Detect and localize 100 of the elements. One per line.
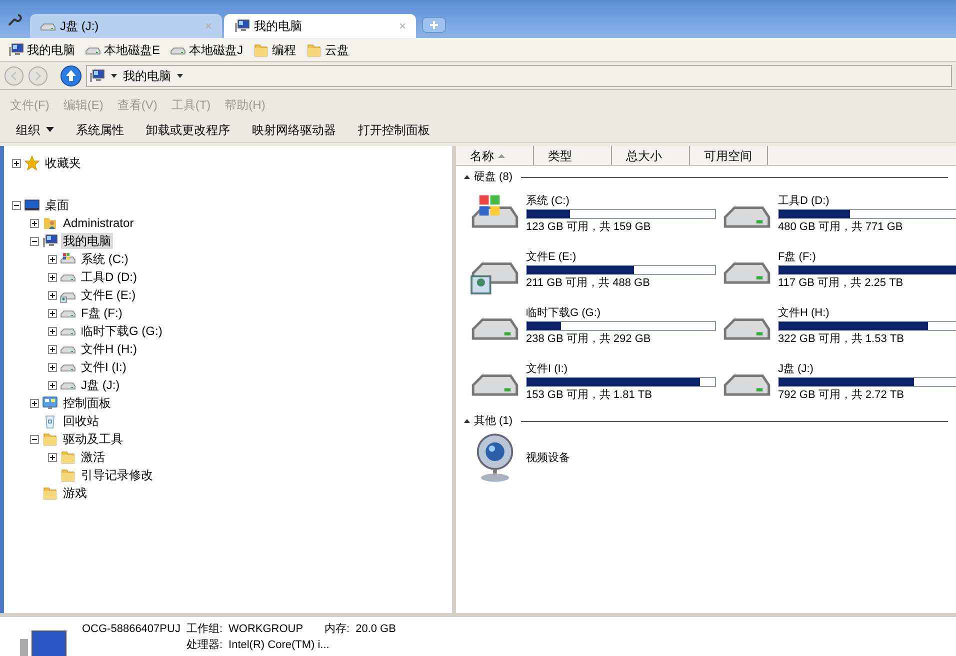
folder-icon (60, 449, 76, 465)
drive-space-text: 792 GB 可用，共 2.72 TB (778, 388, 905, 402)
folder-icon (253, 42, 270, 58)
drive-name[interactable]: 工具D (D:) (778, 194, 956, 208)
computer-name: OCG-58866407PUJ (82, 622, 180, 637)
drive-name[interactable]: J盘 (J:) (778, 362, 956, 376)
drive-name[interactable]: 文件H (H:) (778, 306, 956, 320)
caret-icon (111, 74, 117, 78)
drive-space-text: 480 GB 可用，共 771 GB (778, 220, 904, 234)
star-icon (24, 155, 40, 171)
breadcrumb[interactable]: 我的电脑 (123, 66, 171, 84)
collapse-icon[interactable] (464, 419, 470, 423)
toolbar-button[interactable]: 卸载或更改程序 (138, 118, 238, 140)
bookmark[interactable]: 编程 (253, 40, 296, 58)
bookmark[interactable]: 本地磁盘J (170, 40, 244, 58)
drive-space-text: 153 GB 可用，共 1.81 TB (526, 388, 653, 402)
expand-icon[interactable] (48, 362, 57, 372)
field-label: 处理器: (186, 638, 223, 653)
caret-icon (46, 127, 54, 132)
toolbar-button[interactable]: 打开控制面板 (350, 118, 438, 140)
collapse-icon[interactable] (12, 200, 21, 210)
field-value: Intel(R) Core(TM) i... (228, 638, 330, 653)
new-tab-icon[interactable] (422, 17, 446, 33)
desktop-icon (24, 197, 40, 213)
tree-item[interactable]: 我的电脑 (61, 233, 113, 249)
column-header[interactable]: 名称 (456, 146, 534, 165)
computer-icon (8, 42, 24, 58)
tree-item[interactable]: 游戏 (61, 485, 89, 501)
field-label: 内存: (324, 622, 350, 637)
tree-item[interactable]: 驱动及工具 (61, 431, 125, 447)
tree-item[interactable]: 临时下载G (G:) (79, 323, 164, 339)
tree-item[interactable]: Administrator (61, 215, 136, 231)
caret-icon (177, 74, 183, 78)
tree-item[interactable]: 文件I (I:) (79, 359, 128, 375)
expand-icon[interactable] (48, 452, 57, 462)
collapse-icon[interactable] (30, 236, 39, 246)
drive-name[interactable]: F盘 (F:) (778, 250, 956, 264)
tree-item[interactable]: 系统 (C:) (79, 251, 130, 267)
drive-space-text: 238 GB 可用，共 292 GB (526, 332, 652, 346)
tree-item[interactable]: 桌面 (43, 197, 71, 213)
drive-space-text: 322 GB 可用，共 1.53 TB (778, 332, 905, 346)
tree-item[interactable]: 激活 (79, 449, 107, 465)
tree-item[interactable]: 控制面板 (61, 395, 113, 411)
drive-name[interactable]: 文件E (E:) (526, 250, 716, 264)
tree-item[interactable]: 引导记录修改 (79, 467, 155, 483)
bookmark[interactable]: 本地磁盘E (85, 40, 160, 58)
toolbar-button[interactable]: 组织 (8, 118, 62, 140)
column-header[interactable]: 类型 (534, 146, 612, 165)
expand-icon[interactable] (48, 272, 57, 282)
expand-icon[interactable] (48, 326, 57, 336)
user-folder-icon (42, 215, 58, 231)
drive-name[interactable]: 文件I (I:) (526, 362, 716, 376)
drive-space-text: 211 GB 可用，共 488 GB (526, 276, 651, 290)
tree-item[interactable]: 回收站 (61, 413, 101, 429)
drive-space-text: 117 GB 可用，共 2.25 TB (778, 276, 904, 290)
tree-item[interactable]: J盘 (J:) (79, 377, 122, 393)
drive-name[interactable]: 系统 (C:) (526, 194, 716, 208)
wrench-icon[interactable] (6, 12, 22, 28)
field-label: 工作组: (186, 622, 223, 637)
expand-icon[interactable] (30, 398, 39, 408)
browser-tab[interactable]: J盘 (J:) × (30, 14, 222, 38)
collapse-icon[interactable] (464, 175, 470, 179)
field-value: 20.0 GB (356, 622, 396, 637)
tree-item[interactable]: F盘 (F:) (79, 305, 124, 321)
tree-item[interactable]: 收藏夹 (43, 155, 83, 171)
folder-icon (42, 431, 58, 447)
field-value: WORKGROUP (228, 622, 304, 637)
control-panel-icon (42, 395, 58, 411)
bookmark[interactable]: 我的电脑 (8, 40, 75, 58)
expand-icon[interactable] (48, 290, 57, 300)
tree-item[interactable]: 文件H (H:) (79, 341, 139, 357)
folder-icon (306, 42, 322, 58)
computer-icon (234, 18, 250, 34)
tree-item[interactable]: 文件E (E:) (79, 287, 138, 303)
group-header[interactable]: 其他 (1) (474, 412, 512, 430)
drive-name[interactable]: 视频设备 (526, 451, 570, 465)
expand-icon[interactable] (48, 380, 57, 390)
folder-icon (60, 467, 76, 483)
tree-item[interactable]: 工具D (D:) (79, 269, 139, 285)
column-header[interactable]: 可用空间 (690, 146, 768, 165)
computer-icon (42, 233, 58, 249)
toolbar-button[interactable]: 系统属性 (68, 118, 132, 140)
address-bar[interactable]: 我的电脑 (86, 64, 952, 86)
column-header[interactable]: 总大小 (612, 146, 690, 165)
up-icon[interactable] (60, 64, 82, 86)
drive-space-text: 123 GB 可用，共 159 GB (526, 220, 652, 234)
collapse-icon[interactable] (30, 434, 39, 444)
drive-name[interactable]: 临时下载G (G:) (526, 306, 716, 320)
folder-icon (42, 485, 58, 501)
browser-tab[interactable]: 我的电脑 × (224, 14, 416, 38)
expand-icon[interactable] (48, 254, 57, 264)
expand-icon[interactable] (48, 344, 57, 354)
expand-icon[interactable] (30, 218, 39, 228)
computer-icon (89, 68, 105, 84)
expand-icon[interactable] (48, 308, 57, 318)
group-header[interactable]: 硬盘 (8) (474, 168, 512, 186)
sort-icon (498, 154, 505, 158)
expand-icon[interactable] (12, 158, 21, 168)
toolbar-button[interactable]: 映射网络驱动器 (244, 118, 344, 140)
bookmark[interactable]: 云盘 (306, 40, 350, 58)
